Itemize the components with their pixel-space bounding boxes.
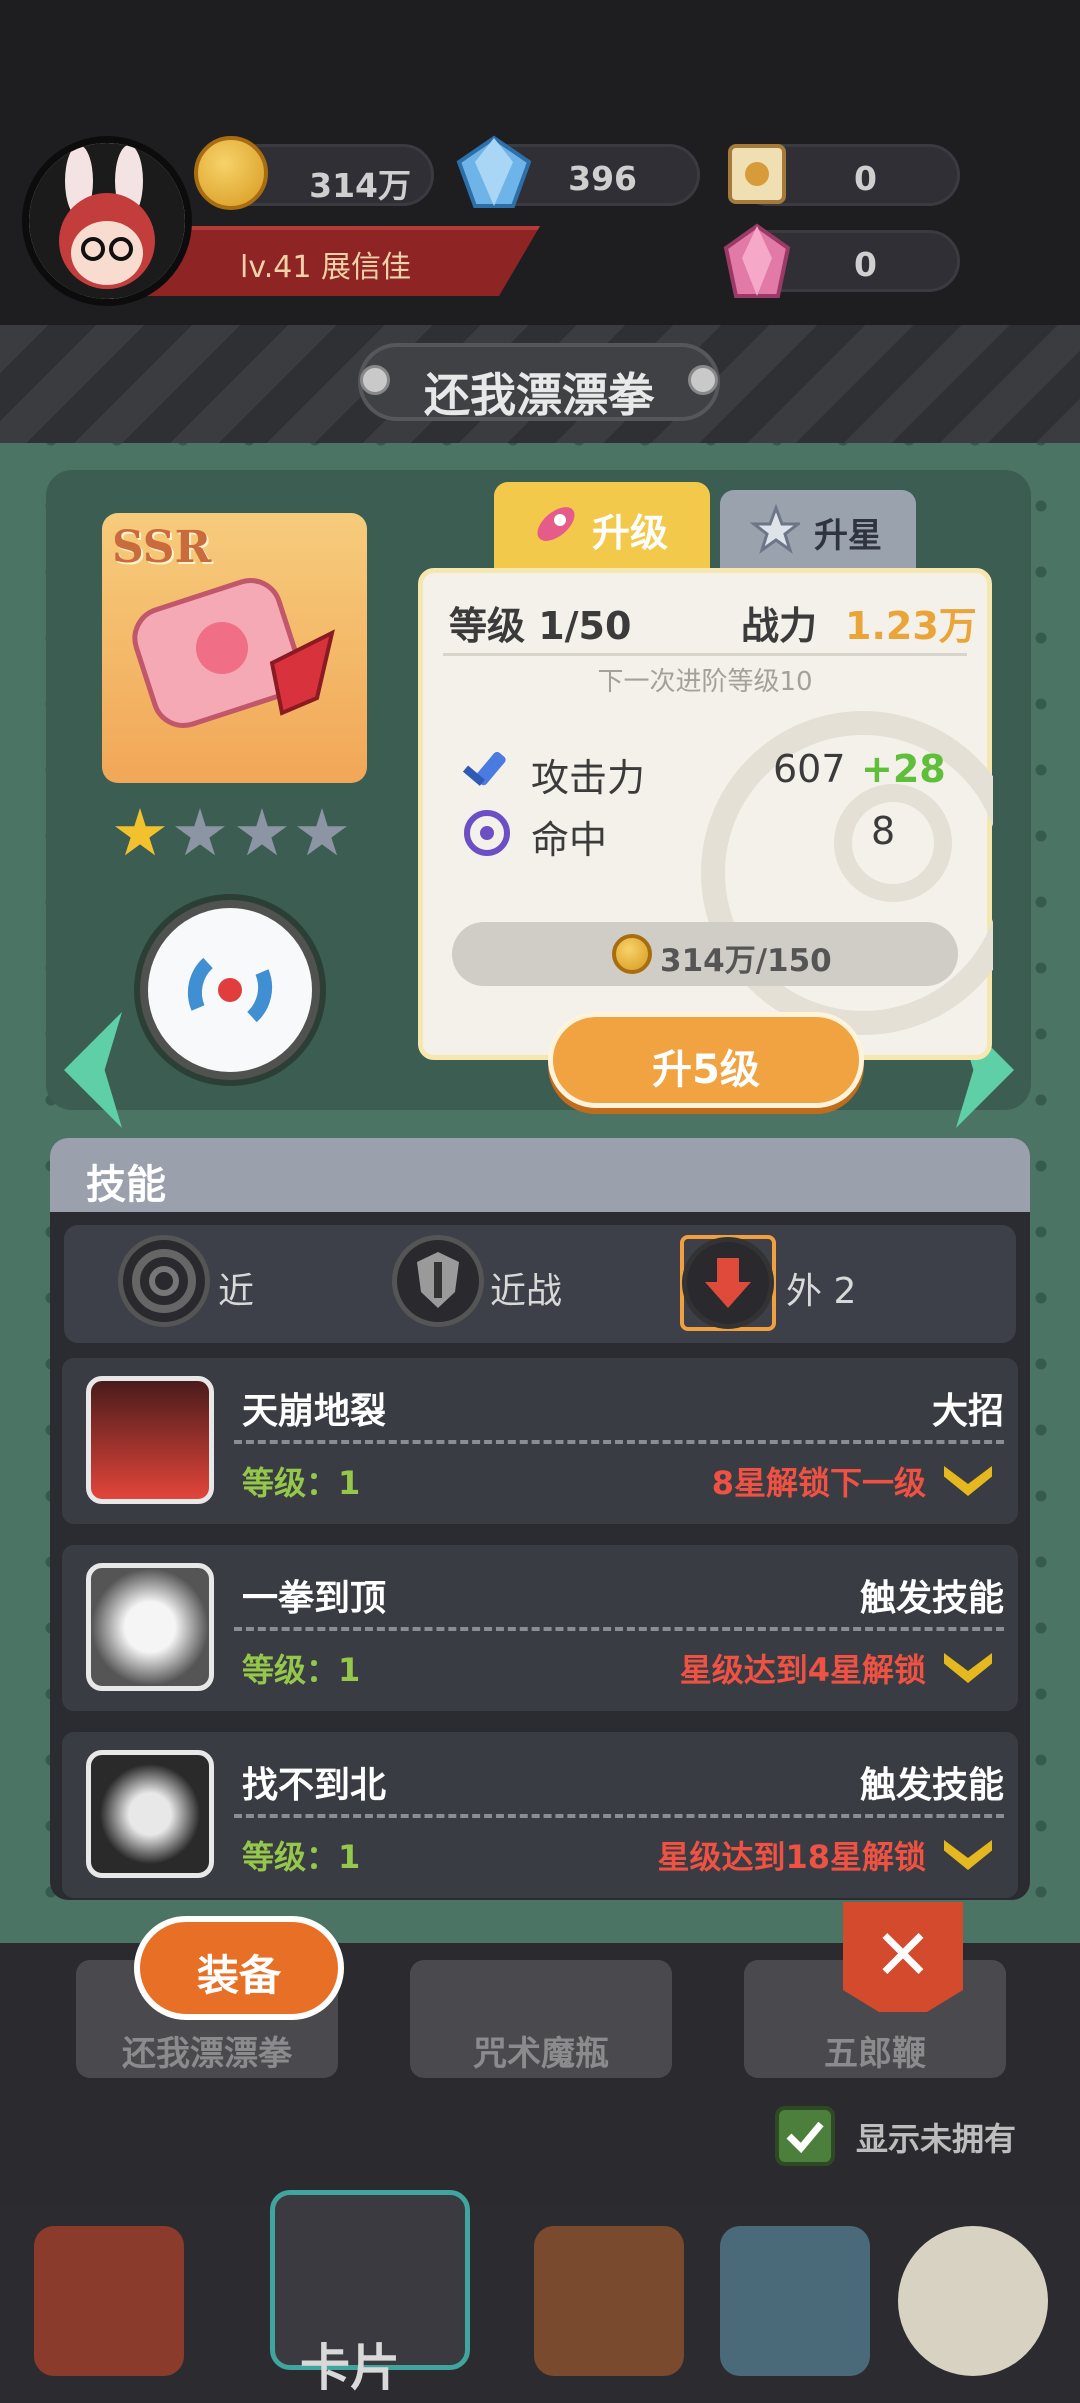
collection-card-name: 还我漂漂拳 (122, 2034, 292, 2074)
skill-level: 等级：1 (242, 1838, 361, 1876)
divider (234, 1814, 1004, 1818)
rarity-badge: SSR (112, 522, 212, 573)
divider (443, 653, 967, 656)
tab-star-up[interactable]: 升星 (720, 490, 916, 570)
chevron-down-icon[interactable] (944, 1466, 992, 1496)
crosshair-icon (464, 810, 510, 856)
sword-icon (462, 751, 506, 786)
title-pill: 还我漂漂拳 (358, 343, 720, 422)
skill-name: 天崩地裂 (242, 1391, 387, 1432)
skill-whirl-icon (86, 1750, 214, 1878)
skills-title: 技能 (86, 1162, 166, 1208)
skill-name: 找不到北 (242, 1765, 387, 1806)
nav-treasure-icon[interactable] (720, 2226, 870, 2376)
hit-value: 8 (871, 809, 896, 853)
tab-upgrade-label: 升级 (592, 511, 669, 555)
chevron-down-icon[interactable] (944, 1653, 992, 1683)
attack-label: 攻击力 (531, 756, 646, 800)
skill-unlock: 8星解锁下一级 (711, 1464, 926, 1502)
divider (234, 1440, 1004, 1444)
collection-card[interactable]: 咒术魔瓶 (410, 1960, 672, 2078)
upgrade-cost: 314万/150 (660, 943, 832, 979)
next-advance-text: 下一次进阶等级10 (597, 667, 813, 697)
filter-label-outer: 外 2 (786, 1271, 857, 1312)
checkmark-icon (786, 2121, 824, 2154)
skill-unlock: 星级达到4星解锁 (679, 1651, 926, 1689)
avatar-portrait (29, 143, 185, 299)
nav-weapons-icon[interactable] (534, 2226, 684, 2376)
stats-panel: 等级 1/50 战力 1.23万 下一次进阶等级10 攻击力 607 +28 命… (418, 568, 993, 1060)
pink-gem-icon (723, 223, 791, 298)
level-text: 等级 1/50 (449, 604, 632, 648)
collection-card-name: 咒术魔瓶 (473, 2034, 609, 2074)
skill-type: 触发技能 (859, 1578, 1004, 1619)
chevron-down-icon[interactable] (944, 1840, 992, 1870)
attack-bonus: +28 (861, 747, 946, 791)
star-up-icon (749, 504, 800, 554)
screw-left-icon (360, 365, 390, 395)
tab-upgrade[interactable]: 升级 (494, 482, 710, 570)
divider (234, 1627, 1004, 1631)
level-banner: lv.41 展信佳 (130, 226, 540, 296)
filter-label-melee: 近战 (490, 1271, 563, 1312)
diamond-icon (456, 135, 532, 208)
gold-coin-icon (612, 934, 652, 974)
skill-unlock: 星级达到18星解锁 (657, 1838, 926, 1876)
skill-name: 一拳到顶 (242, 1578, 387, 1619)
gold-coin-icon (194, 136, 268, 210)
close-button[interactable]: ✕ (843, 1902, 963, 2012)
screw-right-icon (688, 365, 718, 395)
filter-label-near: 近 (218, 1271, 255, 1312)
skill-type: 触发技能 (859, 1765, 1004, 1806)
page-title: 还我漂漂拳 (424, 368, 654, 422)
player-avatar[interactable] (22, 136, 192, 306)
show-unowned-checkbox[interactable] (775, 2106, 835, 2166)
equip-button-label: 装备 (196, 1951, 281, 2000)
melee-range-icon[interactable] (118, 1235, 210, 1327)
close-icon: ✕ (873, 1914, 933, 1996)
skill-row[interactable]: 天崩地裂 大招 等级：1 8星解锁下一级 (62, 1358, 1018, 1524)
melee-shield-icon[interactable] (392, 1235, 484, 1327)
element-orb[interactable] (140, 900, 320, 1080)
hit-label: 命中 (531, 818, 608, 862)
skill-type: 大招 (931, 1391, 1004, 1432)
power-label: 战力 (741, 604, 818, 648)
tab-star-up-label: 升星 (814, 516, 882, 556)
upgrade-button-label: 升5级 (652, 1047, 760, 1093)
equip-button[interactable]: 装备 (134, 1916, 344, 2020)
skill-quake-icon (86, 1376, 214, 1504)
upgrade-button[interactable]: 升5级 (548, 1012, 864, 1108)
skill-level: 等级：1 (242, 1651, 361, 1689)
nav-boss-skull-icon[interactable] (898, 2226, 1048, 2376)
filter-selected-frame[interactable] (680, 1235, 776, 1331)
nav-cards-label: 卡片 (300, 2339, 400, 2397)
compass-icon (187, 957, 273, 1023)
player-level-name: lv.41 展信佳 (240, 250, 412, 285)
attack-value: 607 (773, 747, 846, 791)
skill-row[interactable]: 一拳到顶 触发技能 等级：1 星级达到4星解锁 (62, 1545, 1018, 1711)
nav-shop-icon[interactable] (34, 2226, 184, 2376)
collection-card-name: 五郎鞭 (824, 2034, 926, 2074)
skill-level: 等级：1 (242, 1464, 361, 1502)
skill-row[interactable]: 找不到北 触发技能 等级：1 星级达到18星解锁 (62, 1732, 1018, 1898)
skill-punch-icon (86, 1563, 214, 1691)
upgrade-cost-bar: 314万/150 (452, 922, 958, 986)
power-value: 1.23万 (845, 604, 977, 648)
rocket-icon (537, 507, 575, 541)
show-unowned-label: 显示未拥有 (856, 2120, 1017, 2158)
down-arrow-icon (682, 1237, 774, 1329)
skills-header: 技能 (50, 1138, 1030, 1212)
scroll-icon (728, 144, 786, 204)
